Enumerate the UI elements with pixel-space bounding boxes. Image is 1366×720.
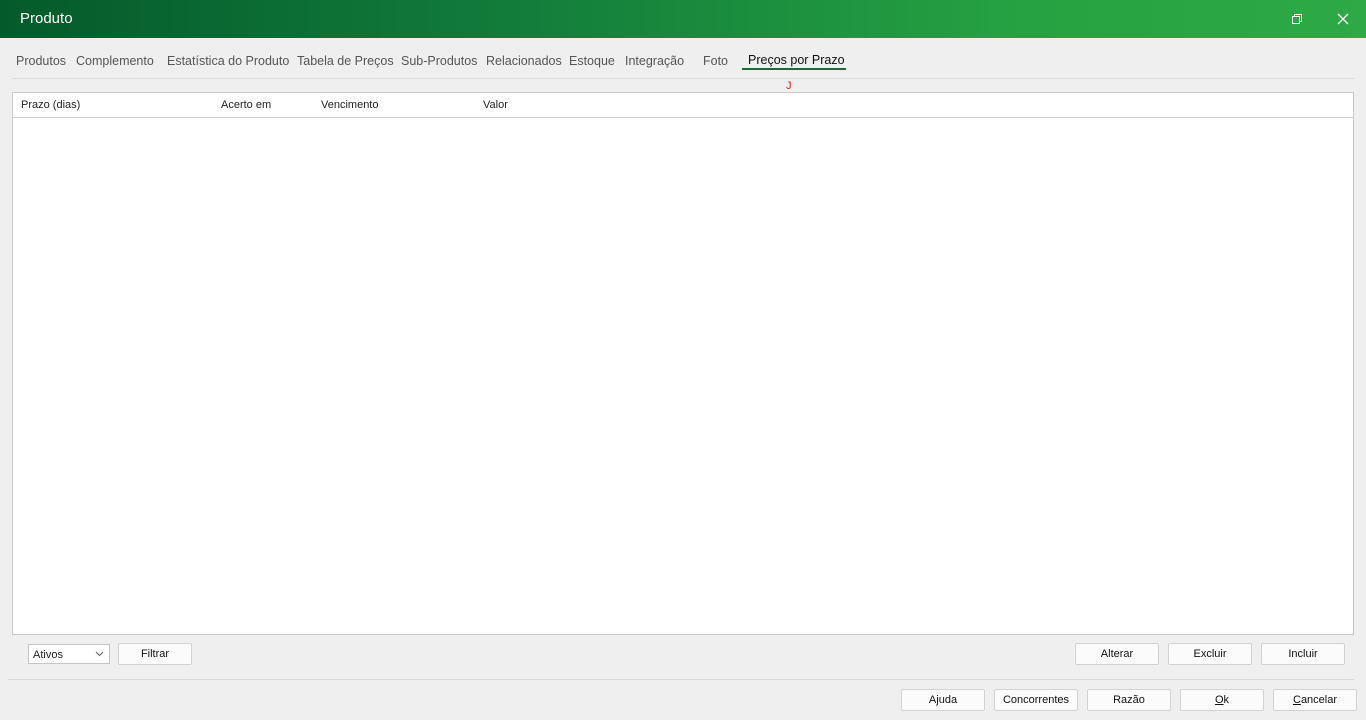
restore-icon: [1292, 14, 1302, 24]
filter-button[interactable]: Filtrar: [118, 643, 192, 665]
alterar-button[interactable]: Alterar: [1075, 643, 1159, 665]
tab-bar: Produtos Complemento Estatística do Prod…: [0, 42, 1366, 76]
prices-by-term-grid[interactable]: Prazo (dias) Acerto em Vencimento Valor: [12, 92, 1354, 635]
close-icon: [1337, 13, 1349, 25]
ok-label-rest: k: [1223, 694, 1230, 706]
cancelar-label-rest: ancelar: [1300, 694, 1338, 706]
restore-button[interactable]: [1274, 0, 1320, 38]
concorrentes-button[interactable]: Concorrentes: [994, 689, 1078, 711]
tab-produtos[interactable]: Produtos: [16, 52, 66, 72]
cancelar-button[interactable]: Cancelar: [1273, 689, 1357, 711]
column-header-vencimento[interactable]: Vencimento: [321, 98, 378, 112]
tab-integracao[interactable]: Integração: [625, 52, 684, 72]
tab-relacionados[interactable]: Relacionados: [486, 52, 562, 72]
ok-button[interactable]: Ok: [1180, 689, 1264, 711]
ajuda-button[interactable]: Ajuda: [901, 689, 985, 711]
close-button[interactable]: [1320, 0, 1366, 38]
red-marker: J: [786, 80, 792, 92]
tab-foto[interactable]: Foto: [703, 52, 728, 72]
column-header-acerto-em[interactable]: Acerto em: [221, 98, 271, 112]
footer-divider: [8, 679, 1354, 680]
tab-estoque[interactable]: Estoque: [569, 52, 615, 72]
grid-header: Prazo (dias) Acerto em Vencimento Valor: [13, 93, 1353, 118]
tab-tabela-precos[interactable]: Tabela de Preços: [297, 52, 394, 72]
title-bar: Produto: [0, 0, 1366, 38]
tabs-divider: [12, 78, 1354, 79]
chevron-down-icon: [95, 651, 104, 657]
ok-accelerator: O: [1214, 694, 1224, 706]
tab-complemento[interactable]: Complemento: [76, 52, 154, 72]
column-header-valor[interactable]: Valor: [483, 98, 508, 112]
cancelar-accelerator: C: [1292, 694, 1301, 706]
status-filter-select[interactable]: Ativos: [28, 644, 110, 664]
tab-sub-produtos[interactable]: Sub-Produtos: [401, 52, 477, 72]
active-tab-indicator: [742, 68, 846, 70]
column-header-prazo[interactable]: Prazo (dias): [21, 98, 80, 112]
window-title: Produto: [20, 10, 73, 27]
excluir-button[interactable]: Excluir: [1168, 643, 1252, 665]
tab-estatistica-produto[interactable]: Estatística do Produto: [167, 52, 289, 72]
status-filter-value: Ativos: [33, 649, 63, 661]
incluir-button[interactable]: Incluir: [1261, 643, 1345, 665]
razao-button[interactable]: Razão: [1087, 689, 1171, 711]
